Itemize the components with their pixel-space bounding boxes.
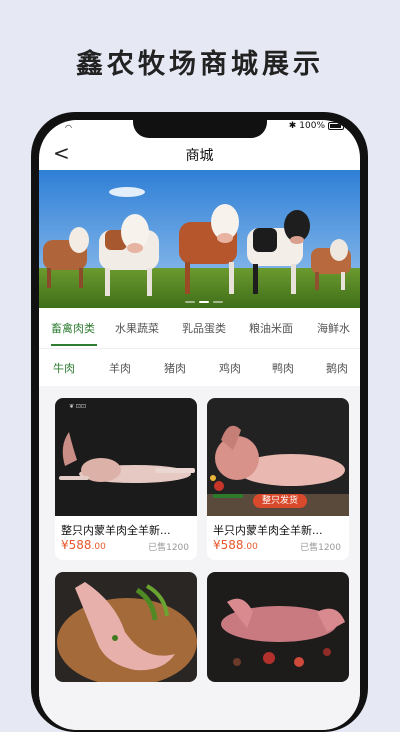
product-price: ¥588.00	[61, 538, 106, 552]
product-card[interactable]	[207, 572, 349, 682]
product-image: ❦ ⊡⊡	[55, 398, 197, 516]
tab-subcategory[interactable]: 牛肉	[53, 360, 75, 376]
product-image	[207, 572, 349, 682]
carousel-dot[interactable]	[213, 301, 223, 303]
carousel-dot[interactable]	[185, 301, 195, 303]
sold-count: 已售1200	[148, 543, 189, 553]
tab-category[interactable]: 乳品蛋类	[182, 320, 226, 336]
tab-subcategory[interactable]: 鹅肉	[326, 360, 348, 376]
nav-bar: < 商城	[39, 138, 360, 170]
banner-carousel[interactable]	[39, 170, 360, 308]
tab-category[interactable]: 水果蔬菜	[115, 320, 159, 336]
product-grid: ❦ ⊡⊡ 整只内蒙羊肉全羊新... ¥588.00 已售1200 整只发货 半只…	[39, 386, 360, 730]
battery-icon	[328, 122, 344, 130]
page-headline: 鑫农牧场商城展示	[76, 49, 324, 80]
phone-frame: ◠ ✱ 100% < 商城 畜禽肉类 水果蔬菜 乳品蛋类 粮油米面 海鲜水 牛肉…	[31, 112, 368, 732]
tab-subcategory[interactable]: 鸭肉	[272, 360, 294, 376]
phone-notch	[133, 120, 267, 138]
tab-category[interactable]: 海鲜水	[317, 320, 350, 336]
brand-logo: ❦ ⊡⊡	[69, 403, 86, 410]
category-tabs: 畜禽肉类 水果蔬菜 乳品蛋类 粮油米面 海鲜水	[39, 308, 360, 349]
status-bar: ◠ ✱ 100%	[39, 120, 360, 138]
tab-category[interactable]: 畜禽肉类	[51, 320, 95, 336]
product-name: 半只内蒙羊肉全羊新...	[213, 524, 323, 537]
tab-subcategory[interactable]: 羊肉	[109, 360, 131, 376]
battery-percent: 100%	[299, 121, 325, 131]
wifi-icon: ◠	[65, 123, 72, 132]
price-main: ¥588	[213, 538, 244, 552]
product-price: ¥588.00	[213, 538, 258, 552]
product-image	[55, 572, 197, 682]
price-cents: .00	[91, 542, 106, 552]
tab-subcategory[interactable]: 猪肉	[164, 360, 186, 376]
bluetooth-icon: ✱	[288, 121, 297, 131]
status-right: ✱ 100%	[289, 121, 344, 131]
price-cents: .00	[243, 542, 258, 552]
product-card[interactable]: ❦ ⊡⊡ 整只内蒙羊肉全羊新... ¥588.00 已售1200	[55, 398, 197, 560]
price-main: ¥588	[61, 538, 92, 552]
sold-count: 已售1200	[300, 543, 341, 553]
tab-subcategory[interactable]: 鸡肉	[219, 360, 241, 376]
product-badge: 整只发货	[261, 496, 298, 506]
product-name: 整只内蒙羊肉全羊新...	[61, 524, 171, 537]
tab-category[interactable]: 粮油米面	[249, 320, 293, 336]
product-card[interactable]: 整只发货 半只内蒙羊肉全羊新... ¥588.00 已售1200	[207, 398, 349, 560]
app-screen: ◠ ✱ 100% < 商城 畜禽肉类 水果蔬菜 乳品蛋类 粮油米面 海鲜水 牛肉…	[39, 120, 360, 730]
product-card[interactable]	[55, 572, 197, 682]
subcategory-tabs: 牛肉 羊肉 猪肉 鸡肉 鸭肉 鹅肉	[39, 348, 360, 387]
active-tab-indicator	[51, 344, 97, 346]
carousel-dot[interactable]	[199, 301, 209, 303]
page-title: 商城	[185, 148, 214, 164]
carousel-dots	[185, 301, 223, 303]
banner-image	[39, 170, 360, 308]
